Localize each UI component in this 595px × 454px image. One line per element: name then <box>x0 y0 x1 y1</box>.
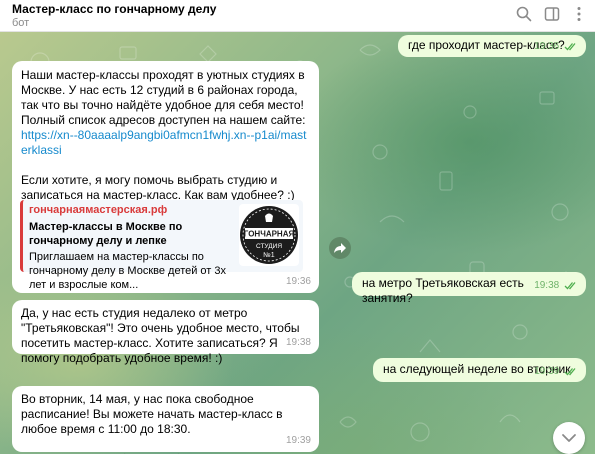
message-text: Наши мастер-классы проходят в уютных сту… <box>21 68 309 158</box>
message-outgoing[interactable]: на метро Третьяковская есть занятия? 19:… <box>352 272 586 305</box>
logo-number: №1 <box>263 252 275 259</box>
link-preview[interactable]: гончарнаямастерская.рф Мастер-классы в М… <box>20 200 303 291</box>
message-time: 19:39 <box>534 366 560 377</box>
message-text: Во вторник, 14 мая, у нас пока свободное… <box>21 392 283 454</box>
sidebar-icon[interactable] <box>543 5 561 23</box>
message-text-intro: Наши мастер-классы проходят в уютных сту… <box>21 68 306 127</box>
message-meta: 19:36 <box>534 39 578 54</box>
message-outgoing[interactable]: на следующей неделе во вторник 19:39 <box>373 358 586 382</box>
message-text: Да, у нас есть студия недалеко от метро … <box>21 306 300 365</box>
chat-area[interactable]: где проходит мастер-класс? 19:36 Наши ма… <box>0 32 595 454</box>
site-link[interactable]: https://xn--80aaaalp9angbi0afmcn1fwhj.xn… <box>21 128 307 157</box>
message-meta: 19:38 <box>534 278 578 293</box>
read-check-icon <box>564 282 576 290</box>
message-outgoing[interactable]: где проходит мастер-класс? 19:36 <box>398 35 586 57</box>
message-time: 19:38 <box>534 280 560 291</box>
share-button[interactable] <box>329 237 351 259</box>
message-meta: 19:39 <box>534 364 578 379</box>
read-check-icon <box>564 43 576 51</box>
logo-subtext: СТУДИЯ <box>256 243 282 250</box>
message-incoming[interactable]: Наши мастер-классы проходят в уютных сту… <box>12 61 319 293</box>
read-check-icon <box>564 368 576 376</box>
chevron-down-icon <box>562 434 576 442</box>
scroll-down-button[interactable] <box>553 422 585 454</box>
message-text-followup: Если хотите, я могу помочь выбрать студи… <box>21 173 295 202</box>
preview-description: Приглашаем на мастер-классы по гончарном… <box>29 251 227 291</box>
search-icon[interactable] <box>515 5 533 23</box>
message-incoming[interactable]: Во вторник, 14 мая, у нас пока свободное… <box>12 386 319 454</box>
more-icon[interactable] <box>570 5 588 23</box>
logo-text: ГОНЧАРНАЯ <box>244 230 295 239</box>
preview-title: Мастер-классы в Москве по гончарному дел… <box>29 221 183 247</box>
message-time: 19:39 <box>285 435 311 446</box>
chat-subtitle: бот <box>12 17 30 29</box>
message-time: 19:36 <box>534 41 560 52</box>
share-arrow-icon <box>334 243 346 253</box>
message-incoming[interactable]: Да, у нас есть студия недалеко от метро … <box>12 300 319 365</box>
message-time: 19:38 <box>285 337 311 348</box>
chat-header: Мастер-класс по гончарному делу бот <box>0 0 595 32</box>
chat-title[interactable]: Мастер-класс по гончарному делу <box>12 2 216 16</box>
message-time: 19:36 <box>285 276 311 287</box>
studio-logo-icon: ГОНЧАРНАЯ СТУДИЯ №1 <box>240 206 298 264</box>
preview-logo: ГОНЧАРНАЯ СТУДИЯ №1 <box>239 204 299 266</box>
